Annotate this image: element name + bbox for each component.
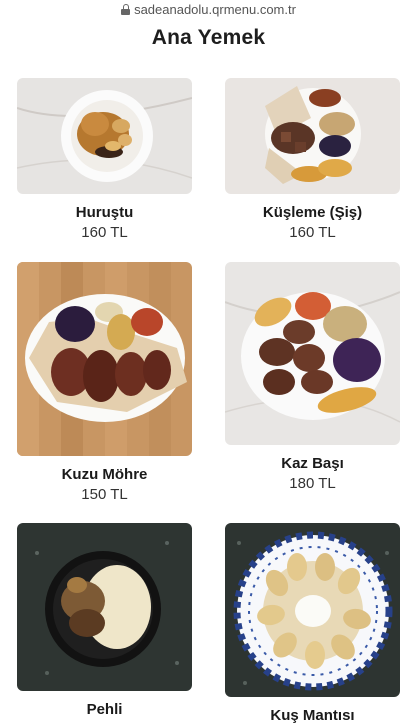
- menu-card-hurustu[interactable]: Huruştu 160 TL: [17, 78, 192, 241]
- menu-card-kuzu-mohre[interactable]: Kuzu Möhre 150 TL: [17, 262, 192, 503]
- menu-card-kaz-basi[interactable]: Kaz Başı 180 TL: [225, 262, 400, 492]
- url-text: sadeanadolu.qrmenu.com.tr: [134, 1, 296, 17]
- dish-image[interactable]: [17, 262, 192, 456]
- lock-icon: [121, 3, 131, 15]
- item-name: Pehli: [86, 701, 123, 718]
- item-name: Kuş Mantısı: [270, 707, 355, 724]
- item-price: 150 TL: [81, 486, 128, 503]
- item-price: 160 TL: [81, 224, 128, 241]
- item-price: 160 TL: [289, 224, 336, 241]
- menu-card-kusleme[interactable]: Küşleme (Şiş) 160 TL: [225, 78, 400, 241]
- item-name: Kaz Başı: [281, 455, 344, 472]
- url-bar[interactable]: sadeanadolu.qrmenu.com.tr: [0, 0, 417, 18]
- section-title: Ana Yemek: [151, 26, 266, 49]
- dish-image[interactable]: [17, 78, 192, 194]
- item-name: Küşleme (Şiş): [262, 204, 363, 221]
- item-name: Kuzu Möhre: [61, 466, 148, 483]
- dish-image[interactable]: [17, 523, 192, 691]
- dish-image[interactable]: [225, 262, 400, 445]
- item-name: Huruştu: [75, 204, 134, 221]
- menu-card-kus-mantisi[interactable]: Kuş Mantısı: [225, 523, 400, 727]
- dish-image[interactable]: [225, 78, 400, 194]
- item-price: 180 TL: [289, 475, 336, 492]
- menu-card-pehli[interactable]: Pehli: [17, 523, 192, 721]
- dish-image[interactable]: [225, 523, 400, 697]
